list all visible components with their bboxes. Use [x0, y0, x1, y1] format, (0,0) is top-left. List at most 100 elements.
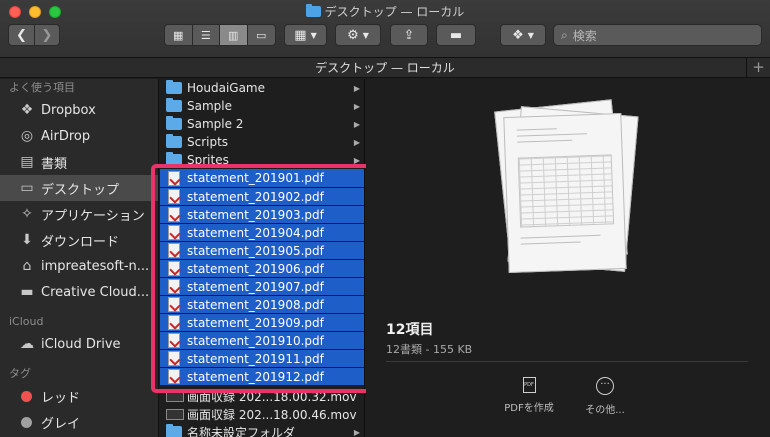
- document-stack-thumbnail: [492, 99, 639, 291]
- home-icon: ⌂: [22, 258, 32, 274]
- table-grid: [517, 154, 615, 228]
- column-view-button[interactable]: ▥: [220, 25, 248, 45]
- list-item[interactable]: HoudaiGame ▶: [160, 79, 364, 97]
- preview-pane: 12項目 12書類 - 155 KB PDF PDFを作成 ··· その他...: [366, 79, 770, 437]
- sidebar-item-icloud-drive[interactable]: ☁ iCloud Drive: [0, 331, 158, 357]
- file-row-selected[interactable]: statement_201911.pdf: [160, 349, 364, 367]
- applications-icon: ✧: [21, 206, 33, 222]
- create-pdf-button[interactable]: PDF PDFを作成: [494, 377, 564, 414]
- gear-icon: ⚙: [347, 27, 359, 43]
- view-mode-group: ▦ ☰ ▥ ▭: [164, 24, 276, 46]
- sidebar-item-home[interactable]: ⌂ impreatesoft-n...: [0, 253, 158, 279]
- pdf-file-icon: [168, 315, 180, 330]
- chevron-left-icon: ❮: [16, 27, 27, 43]
- favorites-section-title: よく使う項目: [9, 81, 75, 94]
- pdf-file-icon: [168, 170, 180, 186]
- forward-button[interactable]: ❯: [33, 25, 59, 45]
- chevron-right-icon: ▶: [353, 155, 360, 165]
- file-row-selected[interactable]: statement_201905.pdf: [160, 241, 364, 259]
- sidebar-item-dropbox[interactable]: ❖ Dropbox: [0, 97, 158, 123]
- sidebar-item-tag-red[interactable]: レッド: [0, 383, 158, 409]
- file-row-selected[interactable]: statement_201904.pdf: [160, 223, 364, 241]
- pdf-file-icon: [168, 261, 180, 276]
- file-row-selected[interactable]: statement_201903.pdf: [160, 205, 364, 223]
- sidebar-item-label: デスクトップ: [41, 182, 120, 198]
- chevron-down-icon: ▼: [362, 30, 369, 40]
- search-input[interactable]: ⌕ 検索: [553, 24, 762, 46]
- share-icon: ⇪: [403, 27, 415, 43]
- list-item[interactable]: 画面収録 202...18.00.46.mov: [160, 405, 364, 423]
- list-view-button[interactable]: ☰: [193, 25, 220, 45]
- sidebar-item-label: iCloud Drive: [41, 336, 121, 352]
- sidebar-item-documents[interactable]: ▤ 書類: [0, 149, 158, 175]
- gray-tag-icon: [21, 416, 32, 428]
- tag-button[interactable]: ▬: [436, 24, 476, 46]
- list-item[interactable]: Sample 2 ▶: [160, 115, 364, 133]
- chevron-down-icon: ▼: [527, 30, 534, 40]
- columns-icon: ▥: [228, 28, 239, 42]
- chevron-down-icon: ▼: [310, 30, 317, 40]
- sidebar-item-airdrop[interactable]: ◎ AirDrop: [0, 123, 158, 149]
- list-icon: ☰: [200, 28, 211, 42]
- file-row-selected[interactable]: statement_201910.pdf: [160, 331, 364, 349]
- pdf-file-icon: [168, 189, 180, 204]
- list-item[interactable]: 画面収録 202...18.00.32.mov: [160, 387, 364, 405]
- add-tab-button[interactable]: +: [746, 58, 770, 78]
- folder-icon: [166, 116, 182, 130]
- list-item[interactable]: Sprites ▶: [160, 151, 364, 169]
- dropbox-button[interactable]: ❖ ▼: [500, 24, 546, 46]
- folder-icon: [166, 134, 182, 148]
- file-column: HoudaiGame ▶ Sample ▶ Sample 2 ▶ Scripts ▶ S…: [160, 79, 365, 437]
- text-line: [520, 234, 601, 239]
- sidebar-item-applications[interactable]: ✧ アプリケーション: [0, 201, 158, 227]
- file-row-selected[interactable]: statement_201902.pdf: [160, 187, 364, 205]
- file-row-selected[interactable]: statement_201909.pdf: [160, 313, 364, 331]
- sidebar-item-tag-gray[interactable]: グレイ: [0, 409, 158, 435]
- text-line: [516, 128, 557, 131]
- pdf-file-icon: [168, 369, 180, 384]
- document-icon: ▤: [20, 154, 34, 170]
- path-title: デスクトップ — ローカル: [315, 61, 455, 75]
- back-button[interactable]: ❮: [9, 25, 34, 45]
- search-placeholder: 検索: [572, 28, 597, 43]
- action-button[interactable]: ⚙ ▼: [335, 24, 381, 46]
- divider: [386, 361, 748, 362]
- sidebar-item-label: アプリケーション: [41, 208, 145, 224]
- folder-icon: [166, 80, 182, 94]
- icon-view-button[interactable]: ▦: [165, 25, 193, 45]
- sidebar-item-downloads[interactable]: ⬇ ダウンロード: [0, 227, 158, 253]
- share-button[interactable]: ⇪: [390, 24, 428, 46]
- text-line: [516, 133, 587, 137]
- group-button[interactable]: ▦ ▼: [284, 24, 327, 46]
- sidebar-item-label: impreatesoft-n...: [41, 258, 150, 274]
- file-row-selected[interactable]: statement_201912.pdf: [160, 367, 364, 385]
- sidebar-item-label: Creative Cloud...: [41, 284, 150, 300]
- document-page: [503, 112, 627, 274]
- list-item[interactable]: 名称未設定フォルダ ▶: [160, 423, 364, 437]
- sidebar-item-creative-cloud[interactable]: ▬ Creative Cloud...: [0, 279, 158, 305]
- list-item[interactable]: Sample ▶: [160, 97, 364, 115]
- sidebar-item-desktop[interactable]: ▭ デスクトップ: [0, 175, 158, 201]
- chevron-right-icon: ▶: [353, 137, 360, 147]
- file-row-selected[interactable]: statement_201901.pdf: [160, 169, 364, 187]
- file-row-selected[interactable]: statement_201906.pdf: [160, 259, 364, 277]
- movie-file-icon: [166, 408, 184, 420]
- create-pdf-label: PDFを作成: [504, 403, 554, 414]
- group-icon: ▦: [294, 27, 307, 43]
- pdf-file-icon: [168, 333, 180, 348]
- sidebar-item-label: Dropbox: [41, 102, 96, 118]
- pdf-file-icon: [168, 279, 180, 294]
- sidebar-item-label: レッド: [41, 390, 81, 406]
- finder-window: デスクトップ — ローカル ❮ ❯ ▦ ☰ ▥ ▭ ▦ ▼ ⚙ ▼ ⇪ ▬ ❖ ▼ ⌕…: [0, 0, 770, 437]
- red-tag-icon: [21, 390, 32, 402]
- grid-icon: ▦: [173, 28, 184, 42]
- file-row-selected[interactable]: statement_201907.pdf: [160, 277, 364, 295]
- gallery-view-button[interactable]: ▭: [248, 25, 275, 45]
- more-actions-button[interactable]: ··· その他...: [570, 377, 640, 416]
- file-row-selected[interactable]: statement_201908.pdf: [160, 295, 364, 313]
- list-item[interactable]: Scripts ▶: [160, 133, 364, 151]
- chevron-right-icon: ❯: [41, 27, 53, 43]
- gallery-icon: ▭: [256, 28, 267, 42]
- chevron-right-icon: ▶: [353, 119, 360, 129]
- pdf-file-icon: [168, 243, 180, 258]
